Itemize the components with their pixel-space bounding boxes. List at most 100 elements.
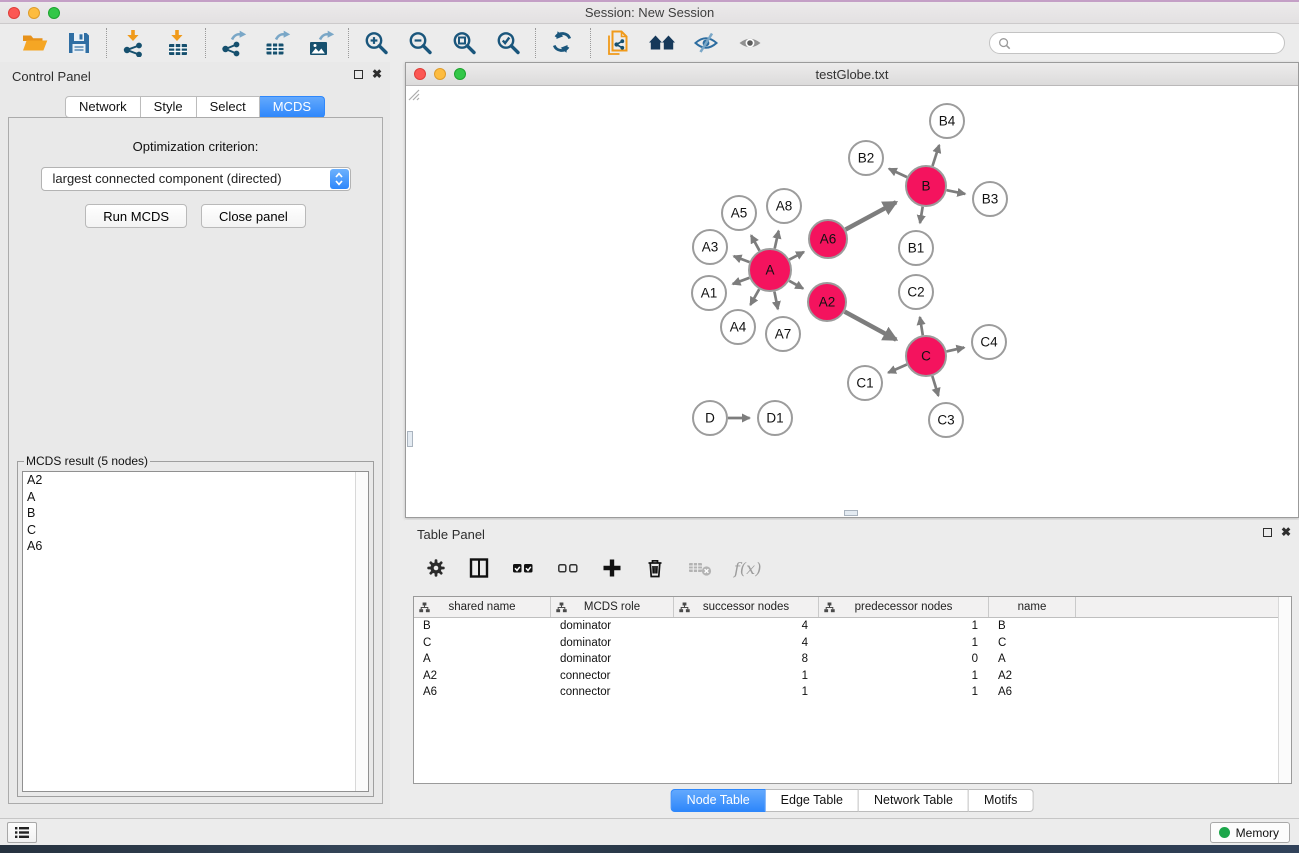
table-row[interactable]: A6connector11A6 [414,684,1291,701]
graph-edge[interactable] [751,235,759,250]
table-cell[interactable]: 1 [819,618,989,635]
tab-style[interactable]: Style [141,96,197,118]
export-table-icon[interactable] [263,29,291,57]
column-header-predecessor-nodes[interactable]: predecessor nodes [819,597,989,617]
table-row[interactable]: Adominator80A [414,651,1291,668]
table-cell[interactable]: 4 [674,635,819,652]
result-scrollbar[interactable] [355,472,368,791]
graph-edge[interactable] [774,292,778,310]
table-cell[interactable]: 1 [674,668,819,685]
search-input[interactable] [1016,36,1276,50]
optimization-criterion-select[interactable]: largest connected component (directed) [41,167,351,191]
open-folder-icon[interactable] [21,29,49,57]
graph-edge[interactable] [947,190,966,194]
show-panels-list-button[interactable] [7,822,37,843]
save-icon[interactable] [65,29,93,57]
tab-select[interactable]: Select [197,96,260,118]
add-column-icon[interactable] [601,557,623,579]
minimize-window-button[interactable] [28,7,40,19]
zoom-in-icon[interactable] [362,29,390,57]
close-panel-button[interactable]: Close panel [201,204,306,228]
graph-edge[interactable] [846,202,897,229]
table-cell[interactable]: 0 [819,651,989,668]
mcds-result-item[interactable]: C [23,522,368,539]
show-columns-icon[interactable] [468,557,490,579]
graph-edge[interactable] [734,256,750,262]
table-cell[interactable]: dominator [551,651,674,668]
table-cell[interactable]: A2 [414,668,551,685]
float-table-panel-icon[interactable] [1263,528,1272,537]
graph-edge[interactable] [889,169,907,177]
network-close-button[interactable] [414,68,426,80]
table-cell[interactable]: A [989,651,1076,668]
graph-edge[interactable] [932,376,938,396]
tab-network[interactable]: Network [65,96,141,118]
table-row[interactable]: Bdominator41B [414,618,1291,635]
table-cell[interactable]: A [414,651,551,668]
table-settings-gear-icon[interactable] [425,557,447,579]
table-cell[interactable]: 8 [674,651,819,668]
mcds-result-item[interactable]: A2 [23,472,368,489]
table-cell[interactable]: dominator [551,618,674,635]
column-header-shared-name[interactable]: shared name [414,597,551,617]
zoom-fit-icon[interactable] [450,29,478,57]
table-cell[interactable]: C [989,635,1076,652]
close-window-button[interactable] [8,7,20,19]
tab-network-table[interactable]: Network Table [859,789,969,812]
graph-edge[interactable] [789,252,804,260]
tab-edge-table[interactable]: Edge Table [766,789,859,812]
table-cell[interactable]: A2 [989,668,1076,685]
graph-edge[interactable] [888,365,907,373]
network-canvas[interactable]: B4B2BB3A5A8A6A3B1AA1C2A2A4A7C4CC1C3DD1 [406,87,1298,517]
memory-button[interactable]: Memory [1210,822,1290,843]
search-field[interactable] [989,32,1285,54]
table-cell[interactable]: C [414,635,551,652]
table-cell[interactable]: connector [551,684,674,701]
mcds-result-item[interactable]: A6 [23,538,368,555]
import-network-icon[interactable] [120,29,148,57]
select-all-icon[interactable] [511,557,535,579]
clone-network-icon[interactable] [604,29,632,57]
close-panel-icon[interactable]: ✖ [372,68,382,80]
zoom-window-button[interactable] [48,7,60,19]
graph-edge[interactable] [920,317,923,335]
mcds-result-list[interactable]: A2ABCA6 [22,471,369,792]
table-cell[interactable]: connector [551,668,674,685]
table-scrollbar[interactable] [1278,597,1291,783]
graph-edge[interactable] [933,145,940,166]
import-table-icon[interactable] [164,29,192,57]
network-horizontal-scrollbar[interactable] [844,510,858,516]
graph-edge[interactable] [947,348,965,352]
graph-edge[interactable] [845,312,897,340]
export-network-icon[interactable] [219,29,247,57]
table-cell[interactable]: B [989,618,1076,635]
delete-column-trash-icon[interactable] [644,557,666,579]
mcds-result-item[interactable]: B [23,505,368,522]
table-cell[interactable]: A6 [989,684,1076,701]
table-cell[interactable]: 1 [819,635,989,652]
mcds-result-item[interactable]: A [23,489,368,506]
graph-edge[interactable] [733,278,750,284]
column-header-name[interactable]: name [989,597,1076,617]
zoom-selected-icon[interactable] [494,29,522,57]
table-cell[interactable]: B [414,618,551,635]
zoom-out-icon[interactable] [406,29,434,57]
table-cell[interactable]: 1 [674,684,819,701]
home-icon[interactable] [648,29,676,57]
resize-grip-icon[interactable] [406,87,420,101]
close-table-panel-icon[interactable]: ✖ [1281,526,1291,538]
table-cell[interactable]: 1 [819,684,989,701]
network-vertical-scrollbar[interactable] [407,431,413,447]
tab-node-table[interactable]: Node Table [671,789,766,812]
graph-edge[interactable] [789,281,803,289]
hide-panel-eye-icon[interactable] [692,29,720,57]
float-panel-icon[interactable] [354,70,363,79]
table-cell[interactable]: A6 [414,684,551,701]
deselect-all-icon[interactable] [556,557,580,579]
graph-edge[interactable] [750,289,759,305]
column-header-MCDS-role[interactable]: MCDS role [551,597,674,617]
network-window-titlebar[interactable]: testGlobe.txt [406,63,1298,86]
table-cell[interactable]: 1 [819,668,989,685]
table-cell[interactable]: dominator [551,635,674,652]
table-row[interactable]: A2connector11A2 [414,668,1291,685]
